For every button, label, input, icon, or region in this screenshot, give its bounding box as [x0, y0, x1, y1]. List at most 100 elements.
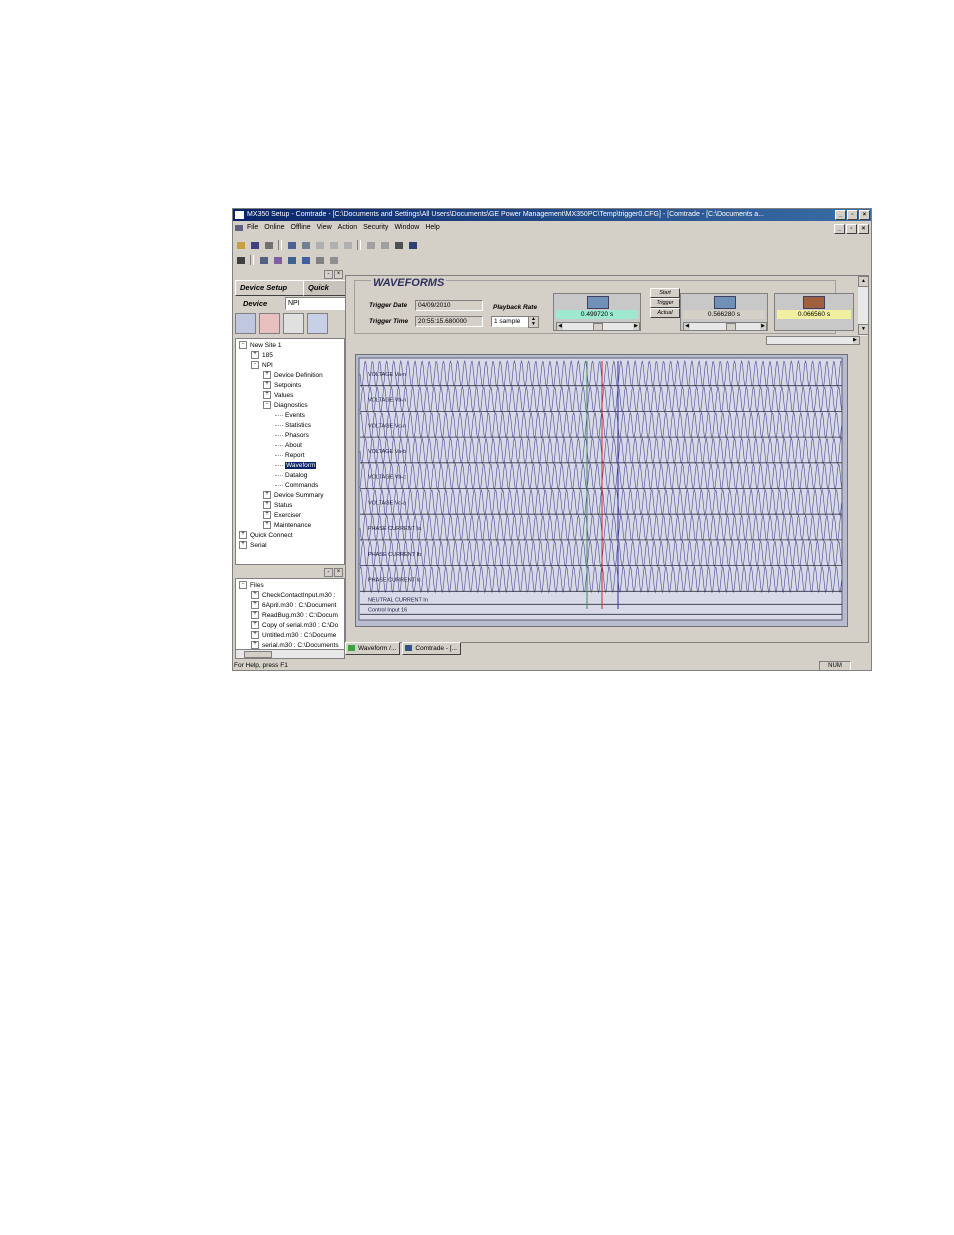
panel-icon[interactable] [299, 254, 312, 266]
playback-spinner[interactable]: ▲ ▼ [528, 316, 539, 328]
tree-item[interactable]: Commands [275, 481, 318, 490]
tree-item[interactable]: Datalog [275, 471, 307, 480]
tree-item[interactable]: + Quick Connect [239, 531, 293, 540]
expand-icon[interactable]: + [251, 631, 259, 640]
tab-waveform[interactable]: Waveform /... [345, 642, 401, 655]
expand-icon[interactable]: + [251, 601, 259, 610]
mdi-close-button[interactable]: × [858, 224, 869, 234]
tab-device-setup[interactable]: Device Setup [235, 280, 305, 296]
waveform-vertical-scrollbar[interactable]: ▲ ▼ [858, 276, 869, 336]
expand-icon[interactable]: + [251, 621, 259, 630]
playback-rate-field[interactable]: 1 sample [491, 316, 531, 327]
menu-action[interactable]: Action [335, 224, 360, 231]
waveform-plot[interactable]: VOLTAGE Va-n VOLTAGE Vb-n VOLTAGE Vc-n VOLT… [355, 354, 848, 627]
expand-icon[interactable]: + [263, 521, 271, 530]
tree-item[interactable]: + Maintenance [263, 521, 311, 530]
expand-icon[interactable]: + [251, 351, 259, 360]
print-icon[interactable] [262, 239, 275, 251]
search-icon[interactable] [271, 254, 284, 266]
expand-icon[interactable]: + [263, 381, 271, 390]
font-icon[interactable] [406, 239, 419, 251]
tab-quick[interactable]: Quick [303, 280, 349, 296]
menu-online[interactable]: Online [261, 224, 287, 231]
files-tree[interactable]: - Files + CheckContactInput.m30 : +6April.m3… [235, 578, 345, 650]
restore-button[interactable]: ▫ [847, 210, 858, 220]
menu-help[interactable]: Help [422, 224, 442, 231]
tree-item[interactable]: + ReadBug.m30 : C:\Docum [251, 611, 338, 620]
menu-offline[interactable]: Offline [288, 224, 314, 231]
actual-button[interactable]: Actual [650, 308, 680, 318]
tree-item[interactable]: + Device Summary [263, 491, 323, 500]
header-horizontal-scrollbar[interactable]: ▶ [766, 336, 860, 345]
tree-item[interactable]: Report [275, 451, 305, 460]
tree-item[interactable]: + Untitled.m30 : C:\Docume [251, 631, 336, 640]
expand-icon[interactable]: + [263, 391, 271, 400]
tree-item[interactable]: + CheckContactInput.m30 : [251, 591, 335, 600]
tree-item[interactable]: + Values [263, 391, 293, 400]
copy-icon[interactable] [327, 239, 340, 251]
panel-pin-button[interactable]: - [324, 270, 333, 279]
open-icon[interactable] [234, 239, 247, 251]
waveform-icon[interactable] [259, 313, 280, 334]
find-icon[interactable] [364, 239, 377, 251]
connect-icon[interactable] [285, 239, 298, 251]
checkbox-icon[interactable] [234, 254, 247, 266]
expand-icon[interactable]: + [239, 541, 247, 550]
collapse-icon[interactable]: - [251, 361, 259, 370]
settings-icon[interactable] [307, 313, 328, 334]
tab-comtrade[interactable]: Comtrade - [... [402, 642, 461, 655]
stop-icon[interactable] [313, 254, 326, 266]
trigger-button[interactable]: Trigger [650, 298, 680, 308]
tree-item[interactable]: + Copy of serial.m30 : C:\Do [251, 621, 338, 630]
zoom-icon[interactable] [327, 254, 340, 266]
expand-icon[interactable]: + [263, 501, 271, 510]
expand-icon[interactable]: + [263, 511, 271, 520]
disconnect-icon[interactable] [299, 239, 312, 251]
expand-icon[interactable]: + [239, 531, 247, 540]
tree-item[interactable]: - Files [239, 581, 264, 590]
start-button[interactable]: Start [650, 288, 680, 298]
mdi-restore-button[interactable]: ▫ [846, 224, 857, 234]
paste-icon[interactable] [341, 239, 354, 251]
tree-item[interactable]: + Status [263, 501, 292, 510]
menu-security[interactable]: Security [360, 224, 391, 231]
device-tree[interactable]: - New Site 1 +185- NPI + Device Definition + Se… [235, 338, 345, 565]
save-icon[interactable] [248, 239, 261, 251]
tree-item[interactable]: +185 [251, 351, 273, 360]
panel-close-button[interactable]: × [334, 270, 343, 279]
chart-icon[interactable] [285, 254, 298, 266]
expand-icon[interactable]: + [251, 591, 259, 600]
filter-icon[interactable] [378, 239, 391, 251]
tree-item[interactable]: +6April.m30 : C:\Document [251, 601, 336, 610]
cursor1-slider[interactable]: ◀ ▶ [556, 322, 640, 331]
menu-file[interactable]: File [244, 224, 261, 231]
minimize-button[interactable]: _ [835, 210, 846, 220]
tree-item[interactable]: + Exerciser [263, 511, 301, 520]
menu-view[interactable]: View [314, 224, 335, 231]
expand-icon[interactable]: + [263, 491, 271, 500]
tree-item[interactable]: Events [275, 411, 305, 420]
mdi-minimize-button[interactable]: _ [834, 224, 845, 234]
tree-item[interactable]: Statistics [275, 421, 311, 430]
tree-item[interactable]: + Device Definition [263, 371, 323, 380]
menu-window[interactable]: Window [391, 224, 422, 231]
close-button[interactable]: × [859, 210, 870, 220]
window-icon[interactable] [257, 254, 270, 266]
network-icon[interactable] [235, 313, 256, 334]
expand-icon[interactable]: + [263, 371, 271, 380]
title-bar[interactable]: MX350 Setup - Comtrade - [C:\Documents a… [233, 209, 871, 221]
files-close-button[interactable]: × [334, 568, 343, 577]
tools-icon[interactable] [392, 239, 405, 251]
tree-item[interactable]: Waveform [275, 461, 317, 470]
cursor2-slider[interactable]: ◀ ▶ [683, 322, 767, 331]
collapse-icon[interactable]: - [239, 341, 247, 350]
files-horizontal-scrollbar[interactable] [235, 649, 345, 659]
tree-item[interactable]: + Setpoints [263, 381, 301, 390]
tree-item[interactable]: About [275, 441, 302, 450]
cut-icon[interactable] [313, 239, 326, 251]
tree-item[interactable]: Phasors [275, 431, 309, 440]
files-pin-button[interactable]: - [324, 568, 333, 577]
tree-item[interactable]: - New Site 1 [239, 341, 281, 350]
tree-item[interactable]: - NPI [251, 361, 273, 370]
waveform-canvas[interactable]: VOLTAGE Va-n VOLTAGE Vb-n VOLTAGE Vc-n VOLT… [356, 355, 847, 626]
